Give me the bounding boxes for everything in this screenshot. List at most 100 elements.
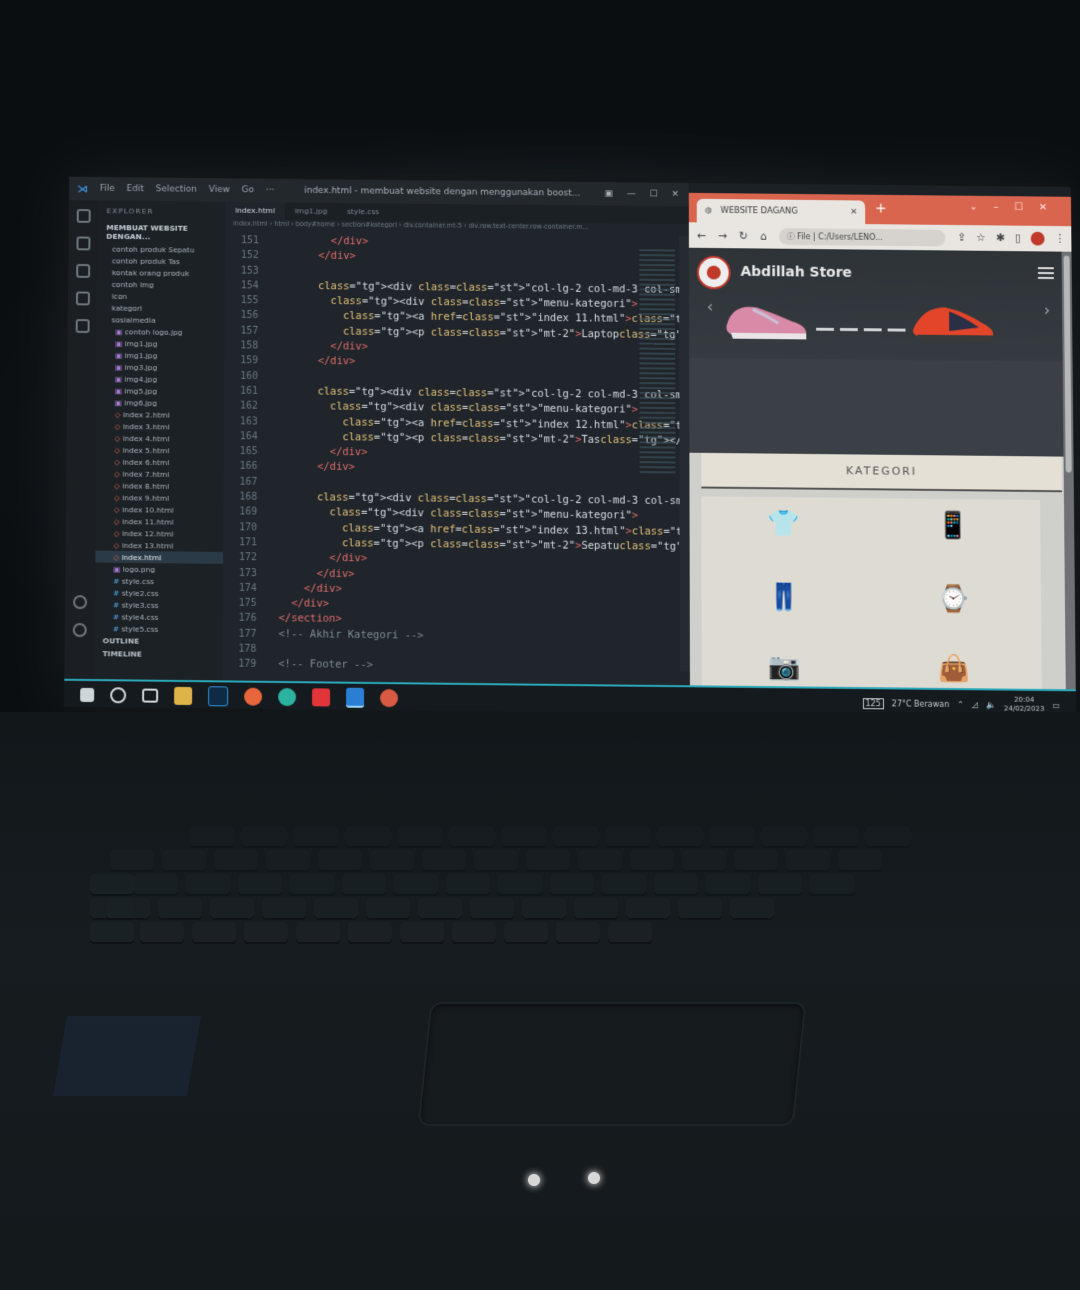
extensions-icon[interactable] [75,291,90,306]
profile-avatar[interactable] [1030,231,1045,246]
source-control-icon[interactable] [76,263,91,278]
task-view-icon[interactable] [142,688,159,703]
menu-more[interactable]: ··· [266,186,275,196]
store-logo[interactable] [696,255,731,290]
xampp-icon[interactable] [312,688,331,707]
chrome-tab[interactable]: ◍ WEBSITE DAGANG ✕ [696,198,866,225]
tab-img1-jpg[interactable]: img1.jpg [285,202,337,220]
tab-index-html[interactable]: index.html [225,201,285,221]
tshirt-icon[interactable]: 👕 [767,509,799,539]
menu-selection[interactable]: Selection [156,184,197,194]
project-folder[interactable]: MEMBUAT WEBSITE DENGAN... [98,221,225,244]
weather-text[interactable]: 27°C Berawan [892,699,949,709]
close-icon[interactable]: ✕ [671,190,678,200]
info-icon: ⓘ [786,231,798,241]
carousel-next-icon[interactable]: › [1044,301,1051,320]
maximize-icon[interactable]: ☐ [650,190,658,200]
code-text: </div> [278,566,355,580]
keyboard-key [348,922,392,944]
keyboard-key [866,826,910,848]
phone-icon[interactable]: 📱 [937,511,969,541]
camera-icon[interactable]: 📷 [768,652,800,682]
tab-style-css[interactable]: style.css [337,203,389,221]
carousel-prev-icon[interactable]: ‹ [707,297,713,316]
run-icon[interactable] [75,319,90,333]
timeline-section[interactable]: TIMELINE [94,647,222,661]
keyboard-key [162,850,206,872]
search-icon[interactable] [76,236,91,251]
line-number: 171 [238,537,258,549]
touchpad [419,1004,805,1124]
tab-close-icon[interactable]: ✕ [850,200,857,224]
tray-chevron-icon[interactable]: ⌃ [957,700,964,709]
back-icon[interactable]: ← [697,229,706,242]
account-icon[interactable] [72,595,88,610]
menu-edit[interactable]: Edit [127,184,144,194]
minimap[interactable] [639,249,676,477]
new-tab-icon[interactable]: + [875,201,887,217]
bag-icon[interactable]: 👜 [938,654,971,684]
line-number: 166 [239,461,258,473]
extensions-puzzle-icon[interactable]: ✱ [996,231,1005,245]
keyboard-key [190,826,234,848]
code-editor[interactable]: index.html img1.jpg style.css index.html… [222,201,808,686]
network-icon[interactable]: ◿ [972,700,978,709]
side-panel-icon[interactable]: ▯ [1015,232,1021,246]
keyboard-key [318,850,362,872]
keyboard-key [838,850,882,872]
vscode-taskbar-icon[interactable] [346,687,365,708]
minimize-icon[interactable]: — [627,189,636,199]
home-icon[interactable]: ⌂ [760,229,767,242]
menu-file[interactable]: File [100,184,115,194]
keyboard-key [502,826,546,848]
store-brand[interactable]: Abdillah Store [741,264,852,281]
code-text: </div> [278,551,368,565]
file-explorer-icon[interactable] [174,686,193,706]
carousel-indicators[interactable] [816,327,912,332]
hamburger-menu-icon[interactable] [1037,267,1054,280]
bookmark-star-icon[interactable]: ☆ [976,231,986,245]
chrome-tab-bar: ◍ WEBSITE DAGANG ✕ + ⌄–☐✕ [688,192,1072,227]
keyboard-key [602,874,646,896]
reload-icon[interactable]: ↻ [739,229,748,242]
keyboard-key [394,874,438,896]
layout-icon[interactable]: ▣ [605,189,613,199]
outline-section[interactable]: OUTLINE [95,634,223,648]
line-number: 163 [239,415,258,428]
line-number: 162 [239,400,258,412]
code-text: class="tg"><p class=class="st">"mt-2">Ta… [342,431,694,447]
address-bar[interactable]: ⓘ File | C:/Users/LENO... [778,227,946,247]
jeans-icon[interactable]: 👖 [768,582,800,612]
volume-icon[interactable]: 🔈 [986,700,996,709]
weather-badge[interactable]: 125 [862,697,884,709]
line-number: 177 [238,628,257,640]
forward-icon[interactable]: → [718,229,727,242]
search-icon[interactable] [110,687,127,704]
photoshop-icon[interactable] [208,686,229,707]
window-controls: ▣ — ☐ ✕ [605,189,689,200]
keyboard-key [290,874,334,896]
chrome-window-controls[interactable]: ⌄–☐✕ [969,202,1063,214]
line-number: 153 [240,265,259,277]
keyboard-key [370,850,414,872]
keyboard-key [470,898,514,920]
line-number: 154 [240,280,259,292]
notification-icon[interactable]: ▭ [1052,701,1060,710]
line-number: 161 [239,385,258,397]
code-lines[interactable]: 151 </div> 152 </div> 153 154 class="tg"><d… [222,233,808,677]
firefox-icon[interactable] [244,687,263,706]
menu-view[interactable]: View [209,185,230,195]
share-icon[interactable]: ⇪ [957,231,966,245]
chrome-taskbar-icon[interactable] [380,689,399,708]
keyboard-key [158,898,202,920]
chrome-menu-icon[interactable]: ⋮ [1054,232,1065,246]
explorer-icon[interactable] [76,209,91,223]
start-windows-icon[interactable] [80,687,95,703]
settings-gear-icon[interactable] [72,622,87,638]
line-number: 173 [238,567,257,579]
watch-icon[interactable]: ⌚ [937,584,970,614]
line-number: 169 [239,506,258,518]
code-text: </div> [280,339,368,353]
menu-go[interactable]: Go [242,185,254,195]
edge-icon[interactable] [278,687,297,707]
